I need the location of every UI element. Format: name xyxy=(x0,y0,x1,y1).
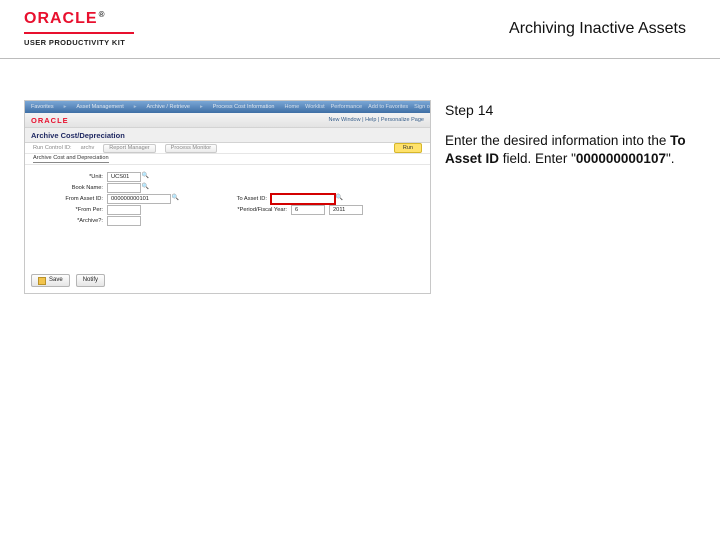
inner-page-title: Archive Cost/Depreciation xyxy=(25,127,430,143)
save-icon xyxy=(38,277,46,285)
action-label: *Archive?: xyxy=(35,218,107,224)
run-toolbar: Run Control ID: archv Report Manager Pro… xyxy=(25,143,430,154)
link-worklist[interactable]: Worklist xyxy=(305,104,324,110)
menu-sep: ▸ xyxy=(200,104,203,110)
notify-button[interactable]: Notify xyxy=(76,274,105,287)
menu-sep: ▸ xyxy=(134,104,137,110)
mini-oracle-logo: ORACLE xyxy=(31,116,69,125)
link-signout[interactable]: Sign out xyxy=(414,104,430,110)
sub-tab-bar: Archive Cost and Depreciation xyxy=(25,154,430,165)
instr-mid: field. Enter " xyxy=(499,151,576,166)
brand-band: ORACLE New Window | Help | Personalize P… xyxy=(25,113,430,127)
menu-right-group: Home Worklist Performance Add to Favorit… xyxy=(284,104,430,110)
instr-pre: Enter the desired information into the xyxy=(445,133,670,148)
process-monitor-link[interactable]: Process Monitor xyxy=(165,144,217,153)
instr-post: ". xyxy=(666,151,675,166)
book-input[interactable] xyxy=(107,183,141,193)
action-buttons: Save Notify xyxy=(31,274,105,287)
unit-input[interactable]: UCS01 xyxy=(107,172,141,182)
primary-menu-bar: Favorites ▸ Asset Management ▸ Archive /… xyxy=(25,101,430,113)
window-help-links[interactable]: New Window | Help | Personalize Page xyxy=(329,117,425,123)
from-per-input[interactable] xyxy=(107,205,141,215)
runctrl-value: archv xyxy=(81,145,95,151)
to-asset-label: To Asset ID: xyxy=(209,196,271,202)
book-label: Book Name: xyxy=(35,185,107,191)
link-add-fav[interactable]: Add to Favorites xyxy=(368,104,408,110)
to-fy-input[interactable]: 2011 xyxy=(329,205,363,215)
lookup-icon[interactable]: 🔍 xyxy=(142,173,149,180)
step-label: Step 14 xyxy=(445,102,493,118)
save-label: Save xyxy=(49,275,63,286)
from-asset-input[interactable]: 000000000101 xyxy=(107,194,171,204)
menu-archive[interactable]: Archive / Retrieve xyxy=(147,104,190,110)
lookup-icon[interactable]: 🔍 xyxy=(172,195,179,202)
notify-label: Notify xyxy=(83,275,98,286)
form-area: *Unit: UCS01 🔍 Book Name: 🔍 From Asset I… xyxy=(25,165,430,230)
link-performance[interactable]: Performance xyxy=(331,104,363,110)
menu-asset-mgmt[interactable]: Asset Management xyxy=(76,104,123,110)
brand-underline xyxy=(24,32,134,34)
page-header: ORACLE® USER PRODUCTIVITY KIT Archiving … xyxy=(0,0,720,58)
menu-favorites[interactable]: Favorites xyxy=(31,104,54,110)
from-asset-label: From Asset ID: xyxy=(35,196,107,202)
registered-icon: ® xyxy=(99,10,106,19)
header-divider xyxy=(0,58,720,59)
oracle-logo: ORACLE® xyxy=(24,11,134,27)
from-per-label: *From Per: xyxy=(35,207,107,213)
run-button[interactable]: Run xyxy=(394,143,422,153)
link-home[interactable]: Home xyxy=(284,104,299,110)
page-title: Archiving Inactive Assets xyxy=(509,20,686,38)
lookup-icon[interactable]: 🔍 xyxy=(336,195,343,202)
menu-process-cost[interactable]: Process Cost Information xyxy=(213,104,275,110)
lookup-icon[interactable]: 🔍 xyxy=(142,184,149,191)
report-manager-link[interactable]: Report Manager xyxy=(103,144,155,153)
embedded-screenshot: Favorites ▸ Asset Management ▸ Archive /… xyxy=(24,100,431,294)
action-input[interactable] xyxy=(107,216,141,226)
upk-label: USER PRODUCTIVITY KIT xyxy=(24,38,134,47)
save-button[interactable]: Save xyxy=(31,274,70,287)
oracle-text: ORACLE xyxy=(24,10,98,27)
tab-archive-cost[interactable]: Archive Cost and Depreciation xyxy=(33,155,109,163)
step-instruction: Enter the desired information into the T… xyxy=(445,132,695,167)
to-asset-input[interactable] xyxy=(271,194,335,204)
unit-label: *Unit: xyxy=(35,174,107,180)
to-period-input[interactable]: 6 xyxy=(291,205,325,215)
instr-value: 000000000107 xyxy=(576,151,666,166)
runctrl-label: Run Control ID: xyxy=(33,145,72,151)
to-per-label: *Period/Fiscal Year: xyxy=(209,207,291,213)
menu-sep: ▸ xyxy=(64,104,67,110)
brand-block: ORACLE® USER PRODUCTIVITY KIT xyxy=(24,11,134,47)
